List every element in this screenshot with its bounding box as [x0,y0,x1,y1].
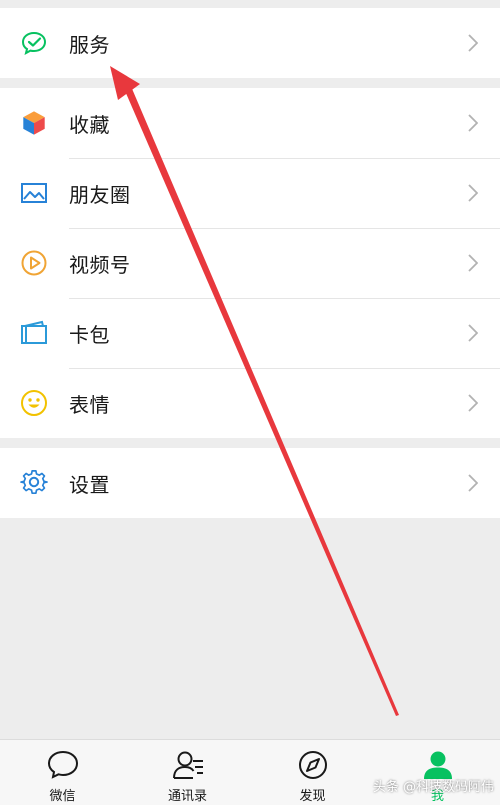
menu-item-label: 设置 [69,472,110,497]
top-strip [0,0,500,8]
card-wallet-icon [20,319,48,347]
chevron-right-icon [466,473,480,493]
chevron-right-icon [466,393,480,413]
favorites-cube-icon [20,109,48,137]
tab-contacts[interactable]: 通讯录 [125,740,250,805]
menu-item-label: 视频号 [69,252,131,277]
chevron-right-icon [466,323,480,343]
menu-item-stickers[interactable]: 表情 [0,368,500,438]
chevron-right-icon [466,113,480,133]
tab-label: 发现 [299,789,326,804]
menu-item-card-wallet[interactable]: 卡包 [0,298,500,368]
chevron-right-icon [466,253,480,273]
tab-chats[interactable]: 微信 [0,740,125,805]
menu-item-moments[interactable]: 朋友圈 [0,158,500,228]
tab-me[interactable]: 我 [375,740,500,805]
chevron-right-icon [466,33,480,53]
menu-item-label: 服务 [69,32,110,57]
services-check-icon [20,29,48,57]
channels-play-icon [20,249,48,277]
features-group: 收藏 朋友圈 视频号 卡包 表情 [0,88,500,438]
menu-item-label: 收藏 [69,112,110,137]
bottom-tab-bar: 微信 通讯录 发现 我 [0,739,500,805]
sticker-smile-icon [20,389,48,417]
menu-item-label: 朋友圈 [69,182,131,207]
services-group: 服务 [0,8,500,78]
settings-group: 设置 [0,448,500,518]
watermark: 头条 @科技数码阿伟 [372,780,494,795]
section-gap [0,438,500,448]
menu-item-label: 表情 [69,392,110,417]
tab-discover[interactable]: 发现 [250,740,375,805]
menu-item-services[interactable]: 服务 [0,8,500,78]
tab-label: 通讯录 [167,789,207,804]
tab-label: 微信 [49,789,76,804]
menu-item-channels[interactable]: 视频号 [0,228,500,298]
section-gap [0,78,500,88]
menu-item-favorites[interactable]: 收藏 [0,88,500,158]
contacts-icon [171,748,205,782]
chat-bubble-icon [46,748,80,782]
gear-icon [20,469,48,497]
moments-picture-icon [20,179,48,207]
menu-item-label: 卡包 [69,322,110,347]
chevron-right-icon [466,183,480,203]
menu-item-settings[interactable]: 设置 [0,448,500,518]
compass-icon [296,748,330,782]
